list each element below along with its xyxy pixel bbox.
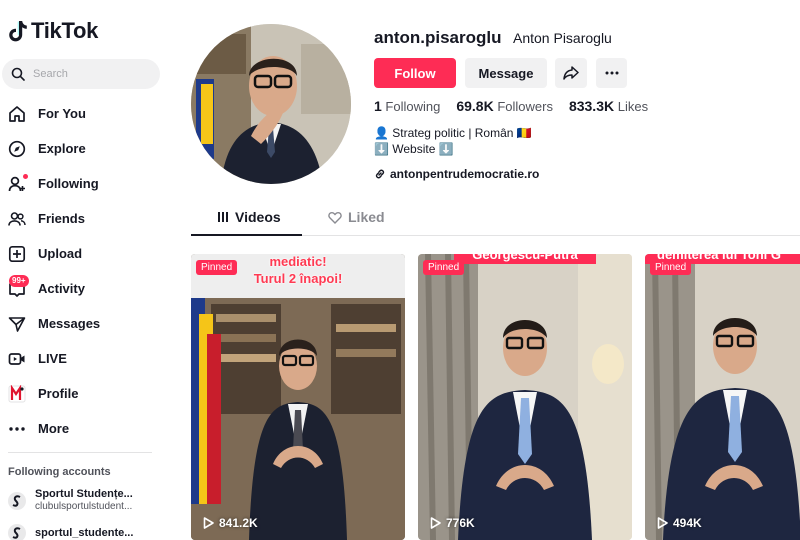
view-count-value: 494K: [673, 516, 702, 530]
video-card[interactable]: Pinned mediatic! Turul 2 înapoi! 841.2K: [191, 254, 405, 540]
followers-stat[interactable]: 69.8K Followers: [456, 98, 553, 114]
video-thumbnail: [418, 254, 632, 540]
following-stat-label: Following: [385, 99, 441, 114]
tiktok-logo[interactable]: TikTok: [8, 18, 98, 44]
avatar: [8, 491, 26, 510]
nav-item-activity[interactable]: 99+ Activity: [0, 271, 172, 306]
friends-icon: [8, 210, 26, 228]
nav-item-explore[interactable]: Explore: [0, 131, 172, 166]
bio-line: ⬇️ Website ⬇️: [374, 142, 454, 156]
follow-button[interactable]: Follow: [374, 58, 456, 88]
nav-item-friends[interactable]: Friends: [0, 201, 172, 236]
nav-label: Explore: [38, 141, 86, 156]
profile-link[interactable]: antonpentrudemocratie.ro: [374, 167, 539, 181]
play-icon: [430, 517, 441, 529]
nav-label: LIVE: [38, 351, 67, 366]
profile-tabs: Videos Liked: [191, 200, 800, 236]
notification-dot: [23, 173, 28, 179]
more-icon: [8, 420, 26, 438]
avatar: [8, 524, 26, 540]
nav-label: Activity: [38, 281, 85, 296]
following-icon: [8, 173, 28, 193]
view-count: 494K: [657, 516, 702, 530]
nav-item-upload[interactable]: Upload: [0, 236, 172, 271]
nav-label: Following: [38, 176, 99, 191]
share-icon: [563, 66, 579, 80]
view-count-value: 841.2K: [219, 516, 258, 530]
profile-username: anton.pisaroglu: [374, 28, 502, 47]
nav-item-following[interactable]: Following: [0, 166, 172, 201]
account-name: Sportul Studențe...: [35, 488, 133, 500]
search-icon: [11, 67, 25, 81]
nav-label: Messages: [38, 316, 101, 331]
pinned-badge: Pinned: [650, 260, 692, 275]
link-icon: [375, 169, 385, 179]
pinned-badge: Pinned: [196, 260, 238, 275]
play-icon: [657, 517, 668, 529]
profile-nickname: Anton Pisaroglu: [513, 30, 612, 46]
send-icon: [8, 315, 26, 333]
following-accounts-title: Following accounts: [8, 466, 111, 478]
video-thumbnail: [645, 254, 800, 540]
view-count-value: 776K: [446, 516, 475, 530]
following-count: 1: [374, 98, 382, 114]
profile-bio: 👤 Strateg politic | Român 🇷🇴 ⬇️ Website …: [374, 125, 532, 157]
active-tab-indicator: [191, 234, 302, 236]
videos-grid-icon: [218, 212, 228, 222]
nav-item-profile[interactable]: Profile: [0, 376, 172, 411]
ellipsis-icon: [605, 71, 618, 75]
nav-label: Profile: [38, 386, 79, 401]
sidebar: TikTok For You Explore Following: [0, 0, 172, 540]
upload-icon: [8, 245, 26, 263]
nav-item-more[interactable]: More: [0, 411, 172, 446]
profile-stats: 1 Following 69.8K Followers 833.3K Likes: [374, 98, 648, 114]
tab-videos[interactable]: Videos: [217, 209, 281, 225]
message-button[interactable]: Message: [465, 58, 547, 88]
profile-icon: [8, 384, 26, 403]
nav-label: Friends: [38, 211, 85, 226]
video-card[interactable]: Pinned demiterea lui Toni G 494K: [645, 254, 800, 540]
nav-label: For You: [38, 106, 86, 121]
search-bar[interactable]: [2, 59, 160, 89]
nav-item-messages[interactable]: Messages: [0, 306, 172, 341]
heart-lock-icon: [328, 211, 342, 224]
profile-link-text: antonpentrudemocratie.ro: [390, 167, 540, 181]
main-nav: For You Explore Following Friends Upload…: [0, 96, 172, 446]
play-icon: [203, 517, 214, 529]
likes-stat-label: Likes: [617, 99, 649, 114]
live-icon: [8, 350, 26, 368]
following-account-item[interactable]: Sportul Studențe... clubulsportulstudent…: [8, 488, 133, 513]
nav-item-live[interactable]: LIVE: [0, 341, 172, 376]
search-input[interactable]: [33, 68, 143, 80]
following-account-item[interactable]: sportul_studente...: [8, 524, 133, 540]
pinned-badge: Pinned: [423, 260, 465, 275]
likes-stat: 833.3K Likes: [569, 98, 648, 114]
view-count: 776K: [430, 516, 475, 530]
nav-item-for-you[interactable]: For You: [0, 96, 172, 131]
followers-count: 69.8K: [456, 98, 494, 114]
nav-label: More: [38, 421, 70, 436]
video-card[interactable]: Pinned Georgescu-Putra 776K: [418, 254, 632, 540]
account-name: sportul_studente...: [35, 526, 134, 539]
nav-label: Upload: [38, 246, 83, 261]
profile-avatar: [191, 24, 351, 184]
tiktok-logo-icon: [9, 21, 27, 42]
view-count: 841.2K: [203, 516, 258, 530]
tab-liked[interactable]: Liked: [328, 209, 385, 225]
home-icon: [8, 105, 26, 123]
logo-text: TikTok: [31, 18, 99, 43]
sidebar-divider: [8, 452, 152, 453]
activity-badge: 99+: [9, 275, 29, 287]
bio-line: 👤 Strateg politic | Român 🇷🇴: [374, 126, 532, 140]
account-handle: clubulsportulstudent...: [35, 501, 133, 512]
share-button[interactable]: [555, 58, 587, 88]
more-options-button[interactable]: [596, 58, 627, 88]
compass-icon: [8, 140, 26, 158]
following-stat[interactable]: 1 Following: [374, 98, 440, 114]
tab-videos-label: Videos: [235, 209, 281, 225]
video-thumbnail: [191, 254, 405, 540]
followers-stat-label: Followers: [497, 99, 553, 114]
tab-liked-label: Liked: [348, 209, 385, 225]
likes-count: 833.3K: [568, 98, 615, 114]
